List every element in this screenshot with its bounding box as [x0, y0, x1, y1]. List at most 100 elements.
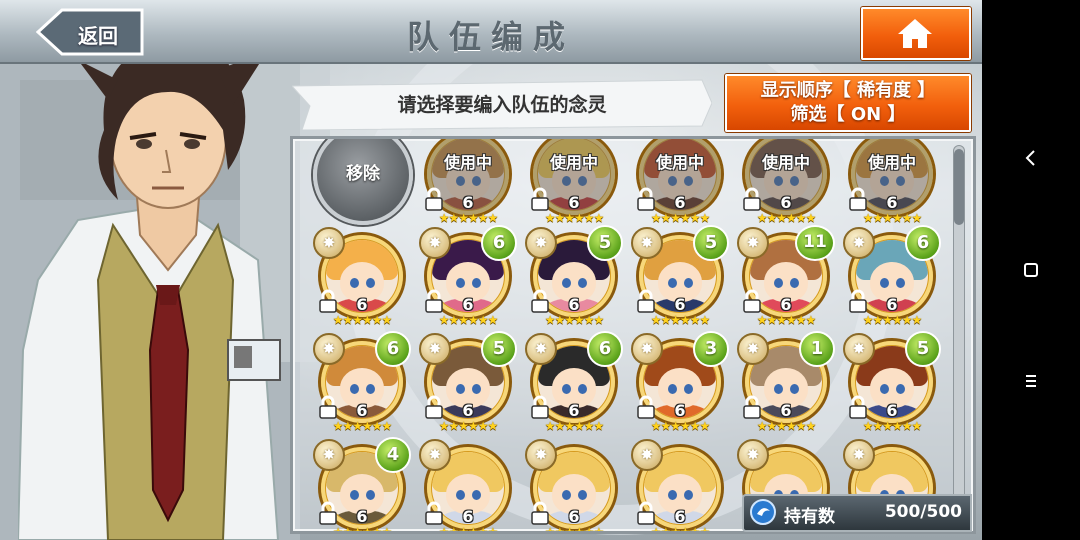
rarity-stars: ★★★★★★ — [332, 419, 393, 433]
character-card[interactable]: ✸ 1 6 ★★★★★★ — [737, 331, 835, 437]
rank-number: 6 — [462, 507, 474, 526]
eye — [684, 490, 693, 500]
menu-lines-icon[interactable] — [1016, 366, 1046, 396]
attribute-star-icon: ✸ — [631, 227, 663, 259]
rarity-stars: ★★★★★★ — [544, 419, 605, 433]
rarity-stars: ★★★★★★ — [756, 211, 817, 225]
grid-scrollbar[interactable] — [953, 145, 965, 525]
character-card[interactable]: ✸ 6 6 ★★★★★★ — [313, 331, 411, 437]
lock-icon — [425, 289, 443, 313]
in-use-label: 使用中 — [443, 153, 492, 172]
rarity-stars: ★★★★★★ — [544, 211, 605, 225]
character-card[interactable]: 使用中 6 ★★★★★★ — [843, 139, 939, 229]
character-card[interactable]: ✸ 6★★★★★★ — [313, 227, 409, 331]
character-card[interactable]: ✸ 6 6 ★★★★★★ — [419, 225, 517, 331]
rank-number: 6 — [568, 193, 580, 212]
character-card[interactable]: ✸ 3 6 ★★★★★★ — [631, 331, 729, 437]
eye — [896, 278, 905, 288]
character-card[interactable]: ✸ 6 6 ★★★★★★ — [843, 225, 941, 331]
attribute-star-icon: ✸ — [631, 333, 663, 365]
attribute-star-icon: ✸ — [419, 333, 451, 365]
attribute-star-icon: ✸ — [525, 333, 557, 365]
character-card[interactable]: 使用中 6 ★★★★★★ — [737, 139, 833, 229]
instruction-banner: 请选择要编入队伍的念灵 — [292, 76, 712, 130]
attribute-star-icon: ✸ — [419, 227, 451, 259]
lock-icon — [849, 187, 867, 211]
character-card[interactable]: ✸ 6★★★★★★ — [631, 439, 727, 531]
eye — [472, 278, 481, 288]
character-card[interactable]: ✸ 5 6 ★★★★★★ — [843, 331, 941, 437]
back-arrow-icon[interactable] — [1016, 143, 1046, 173]
eye — [562, 490, 571, 500]
back-button[interactable]: 返回 — [36, 8, 144, 56]
attribute-star-icon: ✸ — [843, 227, 875, 259]
eye — [668, 384, 677, 394]
eye — [472, 490, 481, 500]
eye — [366, 278, 375, 288]
rank-number: 6 — [356, 295, 368, 314]
eye — [896, 384, 905, 394]
eye — [578, 384, 587, 394]
rarity-stars: ★★★★★★ — [862, 419, 923, 433]
lock-icon — [319, 395, 337, 419]
character-card[interactable]: ✸ 6★★★★★★ — [419, 439, 515, 531]
scrollbar-thumb[interactable] — [954, 149, 964, 225]
rarity-stars: ★★★★★★ — [862, 313, 923, 327]
eye — [350, 278, 359, 288]
game-screen: 队伍编成 返回 请选择要编入队伍的念灵 显示顺序【 稀有度 】 筛选【 ON 】… — [0, 0, 982, 540]
spirit-orb-icon — [750, 499, 776, 525]
level-badge: 5 — [481, 331, 517, 367]
page-title: 队伍编成 — [406, 18, 575, 56]
rarity-stars: ★★★★★★ — [438, 419, 499, 433]
character-card[interactable]: ✸ 6 6 ★★★★★★ — [525, 331, 623, 437]
sort-filter-button[interactable]: 显示顺序【 稀有度 】 筛选【 ON 】 — [725, 74, 971, 132]
character-card[interactable]: ✸ 11 6 ★★★★★★ — [737, 225, 835, 331]
character-card[interactable]: 使用中 6 ★★★★★★ — [419, 139, 515, 229]
lock-icon — [425, 501, 443, 525]
lock-icon — [531, 501, 549, 525]
square-home-icon[interactable] — [1016, 255, 1046, 285]
in-use-label: 使用中 — [655, 153, 704, 172]
rarity-stars: ★★★★★★ — [650, 419, 711, 433]
character-card[interactable]: 使用中 6 ★★★★★★ — [631, 139, 727, 229]
eye — [790, 384, 799, 394]
home-button[interactable] — [861, 7, 971, 60]
rarity-stars: ★★★★★★ — [756, 313, 817, 327]
character-card[interactable]: ✸ 5 6 ★★★★★★ — [525, 225, 623, 331]
eye — [366, 384, 375, 394]
rarity-stars: ★★★★★★ — [332, 313, 393, 327]
eye — [562, 278, 571, 288]
eye — [684, 278, 693, 288]
character-card[interactable]: 使用中 6 ★★★★★★ — [525, 139, 621, 229]
character-card[interactable]: ✸ 4 6 ★★★★★★ — [313, 437, 411, 531]
level-badge: 5 — [587, 225, 623, 261]
rank-number: 6 — [886, 295, 898, 314]
character-card[interactable]: ✸ 5 6 ★★★★★★ — [419, 331, 517, 437]
character-grid-panel[interactable]: 移除 使用中 6 ★★★★★★ 使用中 6 ★★★★★★ 使用中 6 ★★★★★★ 使用中 6 ★★★… — [290, 136, 976, 534]
attribute-star-icon: ✸ — [419, 439, 451, 471]
eye — [578, 278, 587, 288]
character-card[interactable]: ✸ 5 6 ★★★★★★ — [631, 225, 729, 331]
eye — [684, 384, 693, 394]
eye — [774, 384, 783, 394]
eye — [790, 278, 799, 288]
system-nav-bar — [982, 0, 1080, 540]
eye — [350, 490, 359, 500]
character-card[interactable]: ✸ 6★★★★★★ — [525, 439, 621, 531]
attribute-star-icon: ✸ — [525, 227, 557, 259]
level-badge: 6 — [587, 331, 623, 367]
lock-icon — [743, 289, 761, 313]
remove-button[interactable]: 移除 — [313, 139, 413, 225]
level-badge: 11 — [795, 225, 835, 261]
attribute-star-icon: ✸ — [843, 439, 875, 471]
rank-number: 6 — [886, 193, 898, 212]
rank-number: 6 — [886, 401, 898, 420]
back-label: 返回 — [78, 24, 118, 48]
rank-number: 6 — [462, 401, 474, 420]
top-bar: 队伍编成 — [0, 0, 982, 64]
rank-number: 6 — [674, 295, 686, 314]
attribute-star-icon: ✸ — [525, 439, 557, 471]
eye — [456, 384, 465, 394]
in-use-label: 使用中 — [761, 153, 810, 172]
attribute-star-icon: ✸ — [737, 439, 769, 471]
